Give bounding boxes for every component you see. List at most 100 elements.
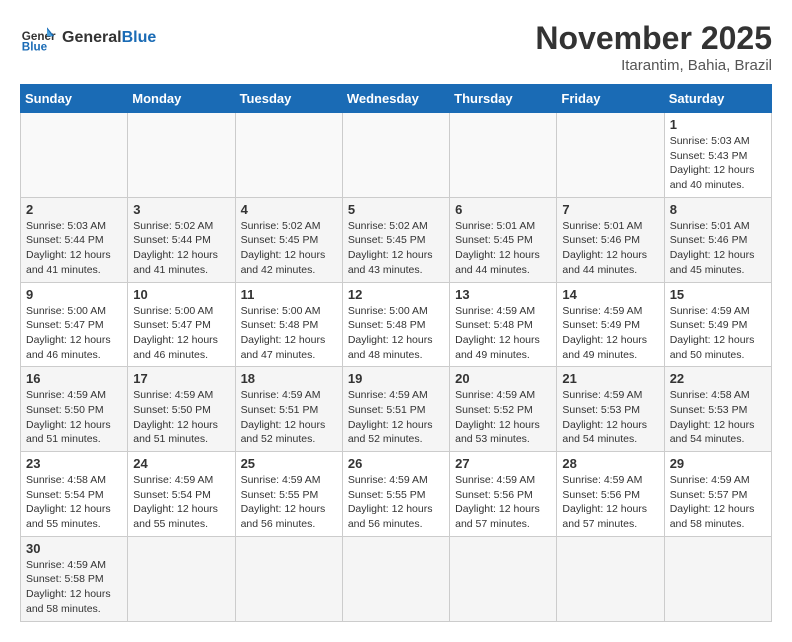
day-header-monday: Monday (128, 85, 235, 113)
calendar-cell: 25 Sunrise: 4:59 AM Sunset: 5:55 PM Dayli… (235, 452, 342, 537)
day-number: 18 (241, 371, 337, 386)
day-number: 28 (562, 456, 658, 471)
day-number: 7 (562, 202, 658, 217)
day-number: 4 (241, 202, 337, 217)
day-header-tuesday: Tuesday (235, 85, 342, 113)
day-info: Sunrise: 5:01 AM Sunset: 5:46 PM Dayligh… (670, 219, 766, 278)
calendar-cell: 30Sunrise: 4:59 AM Sunset: 5:58 PM Dayli… (21, 536, 128, 621)
day-number: 25 (241, 456, 337, 471)
day-number: 9 (26, 287, 122, 302)
day-header-wednesday: Wednesday (342, 85, 449, 113)
day-info: Sunrise: 5:03 AM Sunset: 5:44 PM Dayligh… (26, 219, 122, 278)
calendar-cell: 2 Sunrise: 5:03 AM Sunset: 5:44 PM Daylig… (21, 197, 128, 282)
calendar-cell (235, 536, 342, 621)
calendar-cell (21, 113, 128, 198)
calendar-body: 1Sunrise: 5:03 AM Sunset: 5:43 PM Daylig… (21, 113, 772, 622)
month-title: November 2025 (535, 20, 772, 57)
calendar-cell (450, 113, 557, 198)
day-number: 2 (26, 202, 122, 217)
location: Itarantim, Bahia, Brazil (535, 57, 772, 74)
calendar-cell: 26 Sunrise: 4:59 AM Sunset: 5:55 PM Dayli… (342, 452, 449, 537)
calendar-cell: 6Sunrise: 5:01 AM Sunset: 5:45 PM Daylig… (450, 197, 557, 282)
calendar-cell: 12 Sunrise: 5:00 AM Sunset: 5:48 PM Dayli… (342, 282, 449, 367)
day-number: 27 (455, 456, 551, 471)
calendar-cell (557, 536, 664, 621)
day-number: 26 (348, 456, 444, 471)
calendar-cell (128, 536, 235, 621)
day-info: Sunrise: 4:59 AM Sunset: 5:55 PM Dayligh… (241, 473, 337, 532)
page-header: General Blue GeneralBlue November 2025 I… (20, 20, 772, 74)
day-number: 22 (670, 371, 766, 386)
calendar-cell (128, 113, 235, 198)
day-info: Sunrise: 4:59 AM Sunset: 5:49 PM Dayligh… (562, 304, 658, 363)
logo: General Blue GeneralBlue (20, 20, 156, 56)
day-info: Sunrise: 4:59 AM Sunset: 5:51 PM Dayligh… (348, 388, 444, 447)
logo-icon: General Blue (20, 20, 56, 56)
calendar-cell: 28 Sunrise: 4:59 AM Sunset: 5:56 PM Dayli… (557, 452, 664, 537)
calendar-cell: 7 Sunrise: 5:01 AM Sunset: 5:46 PM Daylig… (557, 197, 664, 282)
day-info: Sunrise: 4:59 AM Sunset: 5:56 PM Dayligh… (455, 473, 551, 532)
calendar-week-6: 30Sunrise: 4:59 AM Sunset: 5:58 PM Dayli… (21, 536, 772, 621)
day-info: Sunrise: 4:59 AM Sunset: 5:52 PM Dayligh… (455, 388, 551, 447)
calendar-cell: 1Sunrise: 5:03 AM Sunset: 5:43 PM Daylig… (664, 113, 771, 198)
day-info: Sunrise: 5:00 AM Sunset: 5:47 PM Dayligh… (26, 304, 122, 363)
day-info: Sunrise: 4:58 AM Sunset: 5:53 PM Dayligh… (670, 388, 766, 447)
calendar-cell: 15Sunrise: 4:59 AM Sunset: 5:49 PM Dayli… (664, 282, 771, 367)
calendar-week-4: 16 Sunrise: 4:59 AM Sunset: 5:50 PM Dayli… (21, 367, 772, 452)
day-number: 1 (670, 117, 766, 132)
day-info: Sunrise: 4:59 AM Sunset: 5:53 PM Dayligh… (562, 388, 658, 447)
calendar-cell: 5Sunrise: 5:02 AM Sunset: 5:45 PM Daylig… (342, 197, 449, 282)
calendar-cell: 18 Sunrise: 4:59 AM Sunset: 5:51 PM Dayli… (235, 367, 342, 452)
calendar-table: SundayMondayTuesdayWednesdayThursdayFrid… (20, 84, 772, 622)
calendar-cell (450, 536, 557, 621)
calendar-cell (235, 113, 342, 198)
calendar-cell: 9 Sunrise: 5:00 AM Sunset: 5:47 PM Daylig… (21, 282, 128, 367)
calendar-cell: 23Sunrise: 4:58 AM Sunset: 5:54 PM Dayli… (21, 452, 128, 537)
day-info: Sunrise: 4:59 AM Sunset: 5:50 PM Dayligh… (26, 388, 122, 447)
day-number: 3 (133, 202, 229, 217)
logo-text: GeneralBlue (62, 29, 156, 47)
day-number: 16 (26, 371, 122, 386)
day-number: 12 (348, 287, 444, 302)
calendar-week-1: 1Sunrise: 5:03 AM Sunset: 5:43 PM Daylig… (21, 113, 772, 198)
calendar-cell (557, 113, 664, 198)
day-header-saturday: Saturday (664, 85, 771, 113)
day-info: Sunrise: 4:59 AM Sunset: 5:57 PM Dayligh… (670, 473, 766, 532)
calendar-cell: 19 Sunrise: 4:59 AM Sunset: 5:51 PM Dayli… (342, 367, 449, 452)
day-info: Sunrise: 5:00 AM Sunset: 5:48 PM Dayligh… (241, 304, 337, 363)
day-number: 15 (670, 287, 766, 302)
day-number: 23 (26, 456, 122, 471)
day-header-thursday: Thursday (450, 85, 557, 113)
day-number: 13 (455, 287, 551, 302)
day-number: 5 (348, 202, 444, 217)
day-info: Sunrise: 5:01 AM Sunset: 5:46 PM Dayligh… (562, 219, 658, 278)
day-number: 21 (562, 371, 658, 386)
svg-text:Blue: Blue (22, 41, 48, 54)
day-number: 14 (562, 287, 658, 302)
day-info: Sunrise: 5:00 AM Sunset: 5:48 PM Dayligh… (348, 304, 444, 363)
day-header-friday: Friday (557, 85, 664, 113)
calendar-cell: 11 Sunrise: 5:00 AM Sunset: 5:48 PM Dayli… (235, 282, 342, 367)
day-info: Sunrise: 4:59 AM Sunset: 5:50 PM Dayligh… (133, 388, 229, 447)
day-header-sunday: Sunday (21, 85, 128, 113)
day-info: Sunrise: 5:02 AM Sunset: 5:45 PM Dayligh… (241, 219, 337, 278)
day-info: Sunrise: 4:59 AM Sunset: 5:48 PM Dayligh… (455, 304, 551, 363)
calendar-cell: 16 Sunrise: 4:59 AM Sunset: 5:50 PM Dayli… (21, 367, 128, 452)
day-number: 19 (348, 371, 444, 386)
day-number: 11 (241, 287, 337, 302)
title-block: November 2025 Itarantim, Bahia, Brazil (535, 20, 772, 74)
calendar-cell: 3Sunrise: 5:02 AM Sunset: 5:44 PM Daylig… (128, 197, 235, 282)
day-info: Sunrise: 4:59 AM Sunset: 5:56 PM Dayligh… (562, 473, 658, 532)
day-info: Sunrise: 4:59 AM Sunset: 5:58 PM Dayligh… (26, 558, 122, 617)
calendar-week-5: 23Sunrise: 4:58 AM Sunset: 5:54 PM Dayli… (21, 452, 772, 537)
calendar-cell: 4 Sunrise: 5:02 AM Sunset: 5:45 PM Daylig… (235, 197, 342, 282)
day-info: Sunrise: 4:59 AM Sunset: 5:51 PM Dayligh… (241, 388, 337, 447)
day-number: 24 (133, 456, 229, 471)
day-info: Sunrise: 4:59 AM Sunset: 5:55 PM Dayligh… (348, 473, 444, 532)
calendar-cell: 8Sunrise: 5:01 AM Sunset: 5:46 PM Daylig… (664, 197, 771, 282)
day-number: 29 (670, 456, 766, 471)
calendar-cell: 14 Sunrise: 4:59 AM Sunset: 5:49 PM Dayli… (557, 282, 664, 367)
day-info: Sunrise: 5:01 AM Sunset: 5:45 PM Dayligh… (455, 219, 551, 278)
day-number: 17 (133, 371, 229, 386)
calendar-cell (342, 113, 449, 198)
